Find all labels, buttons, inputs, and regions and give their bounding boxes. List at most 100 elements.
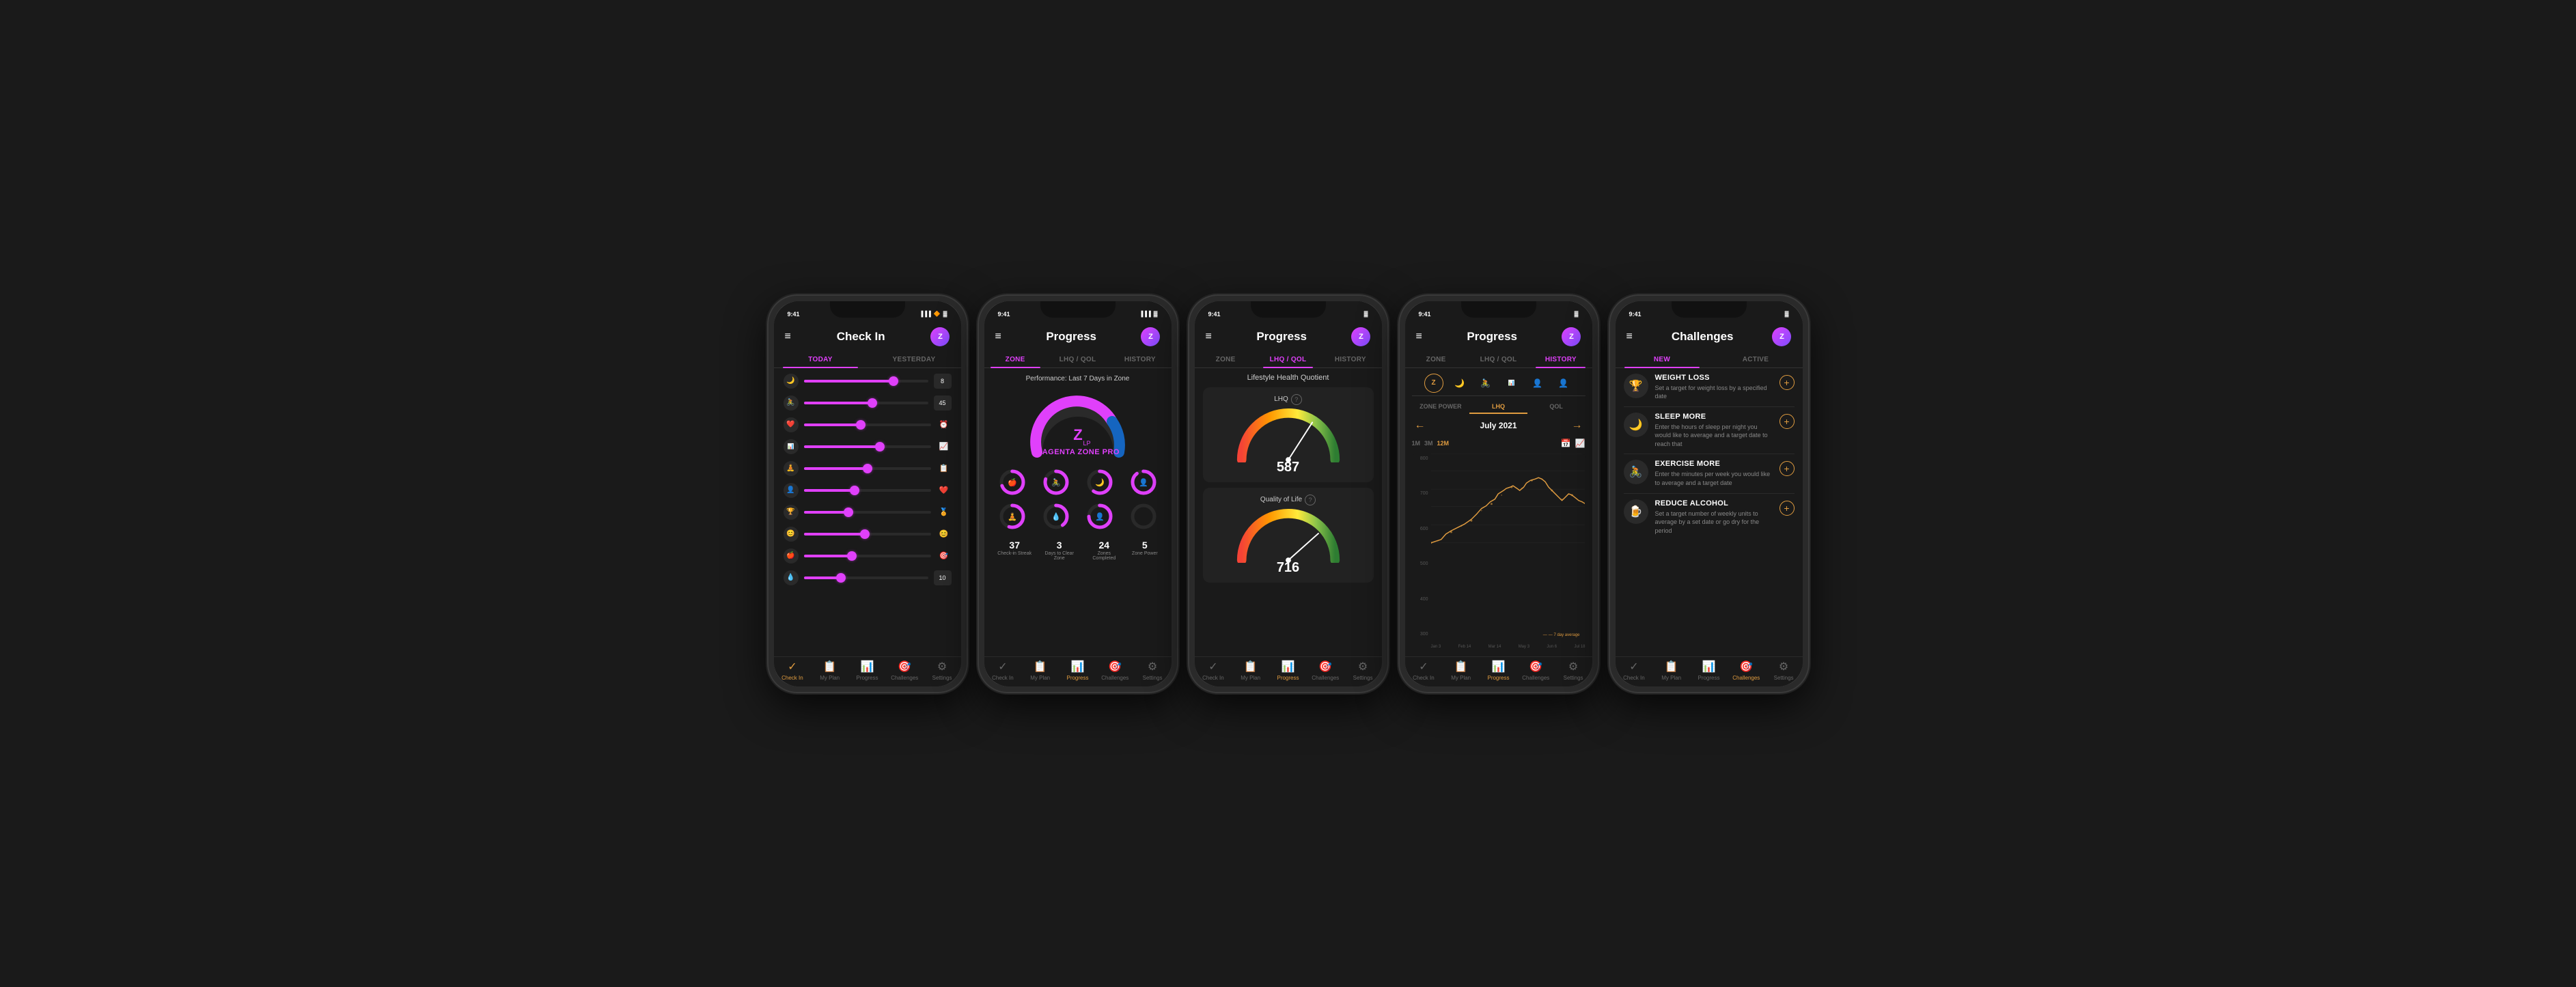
exercise-more-text: EXERCISE MORE Enter the minutes per week… bbox=[1655, 460, 1773, 487]
range-1m[interactable]: 1M bbox=[1412, 440, 1421, 447]
nav-set-label-2: Settings bbox=[1143, 675, 1163, 681]
menu-icon-2[interactable]: ≡ bbox=[995, 331, 1001, 343]
avatar-3[interactable]: Z bbox=[1351, 327, 1370, 346]
exercise-more-icon: 🚴 bbox=[1629, 465, 1643, 479]
social-icon: 👤 bbox=[784, 483, 799, 498]
nutrition-slider[interactable] bbox=[804, 555, 931, 557]
menu-icon-3[interactable]: ≡ bbox=[1206, 331, 1212, 343]
tab-active-5[interactable]: ACTIVE bbox=[1709, 350, 1803, 367]
tab-zone-4[interactable]: ZONE bbox=[1405, 350, 1467, 367]
water-icon: 💧 bbox=[784, 570, 799, 585]
nav-challenges-3[interactable]: 🎯 Challenges bbox=[1307, 660, 1344, 681]
tab-zone-3[interactable]: ZONE bbox=[1195, 350, 1257, 367]
nav-progress-icon-1: 📊 bbox=[861, 660, 874, 673]
nav-settings-2[interactable]: ⚙ Settings bbox=[1134, 660, 1172, 681]
nav-progress-3[interactable]: 📊 Progress bbox=[1269, 660, 1307, 681]
status-icons-5: ▓ bbox=[1785, 311, 1789, 317]
svg-text:🚴: 🚴 bbox=[1051, 478, 1061, 487]
sleep-slider[interactable] bbox=[804, 380, 928, 383]
icon-tab-stats[interactable]: 📊 bbox=[1502, 374, 1521, 393]
nav-checkin-5[interactable]: ✓ Check In bbox=[1616, 660, 1653, 681]
sub-tab-qol[interactable]: QOL bbox=[1527, 400, 1585, 414]
nav-myplan-1[interactable]: 📋 My Plan bbox=[811, 660, 848, 681]
heart-slider[interactable] bbox=[804, 423, 931, 426]
exercise-value: 45 bbox=[934, 395, 952, 411]
zone-stat-power: 5 Zone Power bbox=[1132, 540, 1158, 561]
nav-myplan-3[interactable]: 📋 My Plan bbox=[1232, 660, 1269, 681]
tab-lhq-4[interactable]: LHQ / QOL bbox=[1467, 350, 1529, 367]
avatar-5[interactable]: Z bbox=[1772, 327, 1791, 346]
nav-myplan-2[interactable]: 📋 My Plan bbox=[1021, 660, 1059, 681]
nav-progress-5[interactable]: 📊 Progress bbox=[1690, 660, 1728, 681]
history-month-nav: ← July 2021 → bbox=[1412, 418, 1585, 433]
social-slider[interactable] bbox=[804, 489, 931, 492]
avatar-2[interactable]: Z bbox=[1141, 327, 1160, 346]
nav-settings-3[interactable]: ⚙ Settings bbox=[1344, 660, 1382, 681]
tab-history-4[interactable]: HISTORY bbox=[1529, 350, 1592, 367]
tab-new-5[interactable]: NEW bbox=[1616, 350, 1709, 367]
nav-myplan-5[interactable]: 📋 My Plan bbox=[1652, 660, 1690, 681]
nav-settings-1[interactable]: ⚙ Settings bbox=[924, 660, 961, 681]
reduce-alcohol-add-button[interactable]: + bbox=[1779, 501, 1795, 516]
mindfulness-slider[interactable] bbox=[804, 467, 931, 470]
nav-challenges-5[interactable]: 🎯 Challenges bbox=[1728, 660, 1765, 681]
battery-icon-1: ▓ bbox=[943, 311, 947, 317]
nav-progress-1[interactable]: 📊 Progress bbox=[848, 660, 886, 681]
nav-myplan-4[interactable]: 📋 My Plan bbox=[1442, 660, 1480, 681]
y-label-300: 300 bbox=[1412, 632, 1428, 637]
next-month-arrow[interactable]: → bbox=[1571, 419, 1582, 432]
calendar-icon[interactable]: 📅 bbox=[1561, 439, 1571, 448]
prev-month-arrow[interactable]: ← bbox=[1415, 419, 1426, 432]
sub-tab-lhq[interactable]: LHQ bbox=[1469, 400, 1527, 414]
lhq-gauge-svg bbox=[1234, 408, 1343, 462]
svg-text:🧘: 🧘 bbox=[1008, 512, 1017, 521]
nav-ch-label-5: Challenges bbox=[1732, 675, 1760, 681]
nav-settings-5[interactable]: ⚙ Settings bbox=[1765, 660, 1803, 681]
tab-history-3[interactable]: HISTORY bbox=[1319, 350, 1381, 367]
trophy-slider[interactable] bbox=[804, 511, 931, 514]
water-slider[interactable] bbox=[804, 576, 928, 579]
range-3m[interactable]: 3M bbox=[1424, 440, 1433, 447]
nav-checkin-2[interactable]: ✓ Check In bbox=[984, 660, 1022, 681]
menu-icon-5[interactable]: ≡ bbox=[1626, 331, 1633, 343]
menu-icon-1[interactable]: ≡ bbox=[785, 331, 791, 343]
sub-tab-zone-power[interactable]: ZONE POWER bbox=[1412, 400, 1470, 414]
tab-history-2[interactable]: HISTORY bbox=[1109, 350, 1171, 367]
nav-settings-4[interactable]: ⚙ Settings bbox=[1555, 660, 1592, 681]
icon-tab-sleep[interactable]: 🌙 bbox=[1450, 374, 1469, 393]
icon-tab-bike[interactable]: 🚴 bbox=[1476, 374, 1495, 393]
nav-progress-4[interactable]: 📊 Progress bbox=[1480, 660, 1517, 681]
tab-yesterday[interactable]: YESTERDAY bbox=[868, 350, 961, 367]
weight-loss-add-button[interactable]: + bbox=[1779, 375, 1795, 390]
mood-slider[interactable] bbox=[804, 533, 931, 536]
avatar-1[interactable]: Z bbox=[930, 327, 950, 346]
mini-ring-nutrition-svg: 🍎 bbox=[997, 467, 1027, 497]
lhq-help-icon[interactable]: ? bbox=[1291, 394, 1302, 405]
sleep-more-add-button[interactable]: + bbox=[1779, 414, 1795, 429]
nav-challenges-1[interactable]: 🎯 Challenges bbox=[886, 660, 924, 681]
avatar-4[interactable]: Z bbox=[1562, 327, 1581, 346]
nav-checkin-4[interactable]: ✓ Check In bbox=[1405, 660, 1443, 681]
nav-checkin-1[interactable]: ✓ Check In bbox=[774, 660, 812, 681]
exercise-more-add-button[interactable]: + bbox=[1779, 461, 1795, 476]
nav-checkin-3[interactable]: ✓ Check In bbox=[1195, 660, 1232, 681]
icon-tab-person2[interactable]: 👤 bbox=[1554, 374, 1573, 393]
tab-today[interactable]: TODAY bbox=[774, 350, 868, 367]
icon-tab-z[interactable]: Z bbox=[1424, 374, 1443, 393]
stats-slider[interactable] bbox=[804, 445, 931, 448]
nav-checkin-icon-1: ✓ bbox=[788, 660, 797, 673]
nav-challenges-2[interactable]: 🎯 Challenges bbox=[1096, 660, 1134, 681]
nav-challenges-4[interactable]: 🎯 Challenges bbox=[1517, 660, 1555, 681]
tab-lhq-2[interactable]: LHQ / QOL bbox=[1047, 350, 1109, 367]
water-value: 10 bbox=[934, 570, 952, 585]
qol-help-icon[interactable]: ? bbox=[1305, 495, 1316, 505]
range-12m[interactable]: 12M bbox=[1437, 440, 1450, 447]
mini-ring-person2: 👤 bbox=[1080, 501, 1120, 531]
tab-zone-2[interactable]: ZONE bbox=[984, 350, 1047, 367]
exercise-slider[interactable] bbox=[804, 402, 928, 404]
tab-lhq-3[interactable]: LHQ / QOL bbox=[1257, 350, 1319, 367]
menu-icon-4[interactable]: ≡ bbox=[1416, 331, 1422, 343]
icon-tab-person1[interactable]: 👤 bbox=[1528, 374, 1547, 393]
trend-chart-icon[interactable]: 📈 bbox=[1575, 439, 1585, 448]
nav-progress-2[interactable]: 📊 Progress bbox=[1059, 660, 1096, 681]
